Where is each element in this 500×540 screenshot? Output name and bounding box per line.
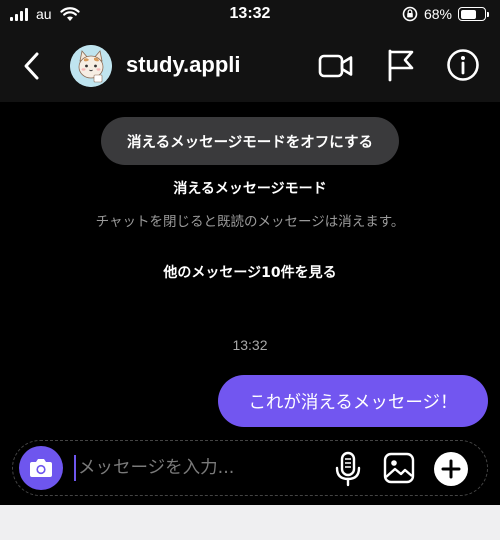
turn-off-vanish-mode-button[interactable]: 消えるメッセージモードをオフにする bbox=[101, 117, 399, 165]
info-icon[interactable] bbox=[446, 48, 480, 82]
sent-message-bubble[interactable]: これが消えるメッセージ！ bbox=[218, 375, 488, 427]
battery-fill bbox=[460, 9, 477, 19]
video-call-icon[interactable] bbox=[318, 52, 354, 80]
camera-icon bbox=[30, 459, 52, 477]
mic-icon[interactable] bbox=[333, 451, 363, 487]
battery-percent: 68% bbox=[423, 6, 452, 22]
message-composer bbox=[12, 440, 488, 496]
text-caret bbox=[74, 455, 76, 481]
plus-icon bbox=[441, 459, 461, 479]
plus-button[interactable] bbox=[434, 452, 468, 486]
status-bar: au 13:32 68% bbox=[0, 0, 500, 30]
keyboard-area-placeholder bbox=[0, 505, 500, 540]
camera-button[interactable] bbox=[19, 446, 63, 490]
rotation-lock-icon bbox=[402, 6, 418, 22]
message-timestamp: 13:32 bbox=[232, 337, 268, 353]
flag-icon[interactable] bbox=[386, 48, 416, 82]
chat-header: study.appli bbox=[0, 30, 500, 102]
chat-username[interactable]: study.appli bbox=[126, 52, 241, 78]
back-icon[interactable] bbox=[18, 50, 46, 82]
status-right: 68% bbox=[402, 6, 489, 22]
vanish-mode-description: チャットを閉じると既読のメッセージは消えます。 bbox=[95, 214, 405, 230]
image-icon[interactable] bbox=[383, 452, 415, 484]
battery-icon bbox=[458, 7, 489, 21]
cat-avatar-icon bbox=[70, 45, 112, 87]
avatar[interactable] bbox=[70, 45, 112, 87]
vanish-mode-title: 消えるメッセージモード bbox=[173, 181, 327, 197]
message-input[interactable] bbox=[78, 453, 318, 483]
see-more-messages-link[interactable]: 他のメッセージ10件を見る bbox=[0, 262, 500, 282]
